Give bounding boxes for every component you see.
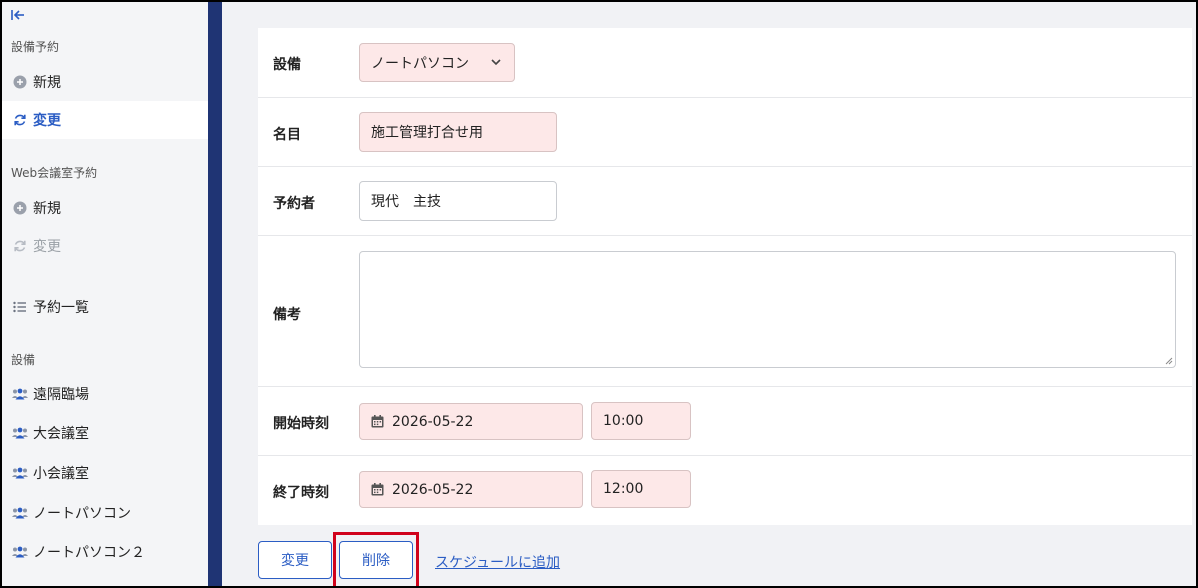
end-date-input[interactable]: 2026-05-22 bbox=[359, 471, 583, 508]
form-row-start: 開始時刻 2026-05-22 10:00 bbox=[258, 387, 1192, 456]
name-label: 名目 bbox=[273, 127, 301, 143]
sidebar-item-web-new[interactable]: 新規 bbox=[2, 189, 208, 227]
plus-circle-icon bbox=[12, 200, 28, 216]
sidebar-item-label: 新規 bbox=[33, 201, 61, 217]
reserver-label: 予約者 bbox=[273, 196, 315, 212]
section-title-web-meeting: Web会議室予約 bbox=[11, 166, 98, 180]
start-label: 開始時刻 bbox=[273, 416, 329, 432]
resize-handle-icon[interactable] bbox=[1165, 357, 1173, 365]
sidebar-item-label: 変更 bbox=[33, 239, 61, 255]
form-row-notes: 備考 bbox=[258, 236, 1192, 387]
app-window: 設備予約 新規 変更 Web会議室予約 新規 変更 予約一覧 設備 遠隔臨場 大… bbox=[0, 0, 1198, 588]
calendar-icon bbox=[371, 415, 384, 428]
sidebar-item-label: 予約一覧 bbox=[33, 300, 89, 316]
calendar-icon bbox=[371, 483, 384, 496]
sidebar-item-equipment-new[interactable]: 新規 bbox=[2, 63, 208, 101]
reservation-form: 設備 ノートパソコン 名目 施工管理打合せ用 予約者 現代 主技 備考 開始時刻 bbox=[258, 28, 1192, 525]
sidebar-item-label: ノートパソコン bbox=[33, 506, 131, 522]
sidebar-item-label: ノートパソコン２ bbox=[33, 545, 145, 561]
sidebar-item-laptop[interactable]: ノートパソコン bbox=[2, 494, 208, 532]
refresh-icon bbox=[12, 238, 28, 254]
form-row-name: 名目 施工管理打合せ用 bbox=[258, 98, 1192, 167]
sidebar-item-web-change: 変更 bbox=[2, 227, 208, 265]
end-label: 終了時刻 bbox=[273, 485, 329, 501]
users-icon bbox=[12, 544, 28, 560]
form-row-equipment: 設備 ノートパソコン bbox=[258, 28, 1192, 98]
users-icon bbox=[12, 505, 28, 521]
plus-circle-icon bbox=[12, 74, 28, 90]
sidebar-item-label: 小会議室 bbox=[33, 466, 89, 482]
sidebar-item-large-meeting-room[interactable]: 大会議室 bbox=[2, 414, 208, 452]
sidebar-item-small-meeting-room[interactable]: 小会議室 bbox=[2, 454, 208, 492]
section-title-equipment-booking: 設備予約 bbox=[11, 40, 60, 54]
sidebar-item-label: 遠隔臨場 bbox=[33, 387, 89, 403]
end-time-input[interactable]: 12:00 bbox=[591, 470, 691, 508]
form-row-end: 終了時刻 2026-05-22 12:00 bbox=[258, 456, 1192, 525]
start-time-input[interactable]: 10:00 bbox=[591, 402, 691, 440]
users-icon bbox=[12, 465, 28, 481]
delete-button[interactable]: 削除 bbox=[339, 541, 413, 579]
section-title-equipment: 設備 bbox=[11, 353, 36, 367]
sidebar-divider bbox=[208, 2, 222, 586]
users-icon bbox=[12, 386, 28, 402]
sidebar-item-label: 大会議室 bbox=[33, 426, 89, 442]
sidebar-item-reservation-list[interactable]: 予約一覧 bbox=[2, 288, 208, 326]
equipment-label: 設備 bbox=[273, 57, 301, 73]
reserver-input[interactable]: 現代 主技 bbox=[359, 181, 557, 221]
notes-textarea[interactable] bbox=[359, 251, 1176, 368]
sidebar-item-label: 変更 bbox=[33, 113, 61, 129]
users-icon bbox=[12, 425, 28, 441]
refresh-icon bbox=[12, 112, 28, 128]
add-to-schedule-link[interactable]: スケジュールに追加 bbox=[435, 552, 560, 572]
chevron-down-icon bbox=[490, 56, 502, 68]
notes-label: 備考 bbox=[273, 307, 301, 323]
sidebar-item-laptop-2[interactable]: ノートパソコン２ bbox=[2, 533, 208, 571]
sidebar-item-remote-site[interactable]: 遠隔臨場 bbox=[2, 375, 208, 413]
list-icon bbox=[12, 299, 28, 315]
equipment-select[interactable]: ノートパソコン bbox=[359, 43, 515, 82]
name-input[interactable]: 施工管理打合せ用 bbox=[359, 112, 557, 152]
change-button[interactable]: 変更 bbox=[258, 541, 332, 579]
main-content: 設備 ノートパソコン 名目 施工管理打合せ用 予約者 現代 主技 備考 開始時刻 bbox=[222, 2, 1196, 586]
start-date-input[interactable]: 2026-05-22 bbox=[359, 403, 583, 440]
sidebar: 設備予約 新規 変更 Web会議室予約 新規 変更 予約一覧 設備 遠隔臨場 大… bbox=[2, 2, 208, 586]
form-row-reserver: 予約者 現代 主技 bbox=[258, 167, 1192, 236]
sidebar-item-label: 新規 bbox=[33, 75, 61, 91]
collapse-sidebar-icon[interactable] bbox=[11, 6, 29, 22]
sidebar-item-equipment-change[interactable]: 変更 bbox=[2, 101, 208, 139]
end-date-value: 2026-05-22 bbox=[392, 481, 474, 498]
equipment-select-value: ノートパソコン bbox=[371, 55, 469, 72]
start-date-value: 2026-05-22 bbox=[392, 413, 474, 430]
